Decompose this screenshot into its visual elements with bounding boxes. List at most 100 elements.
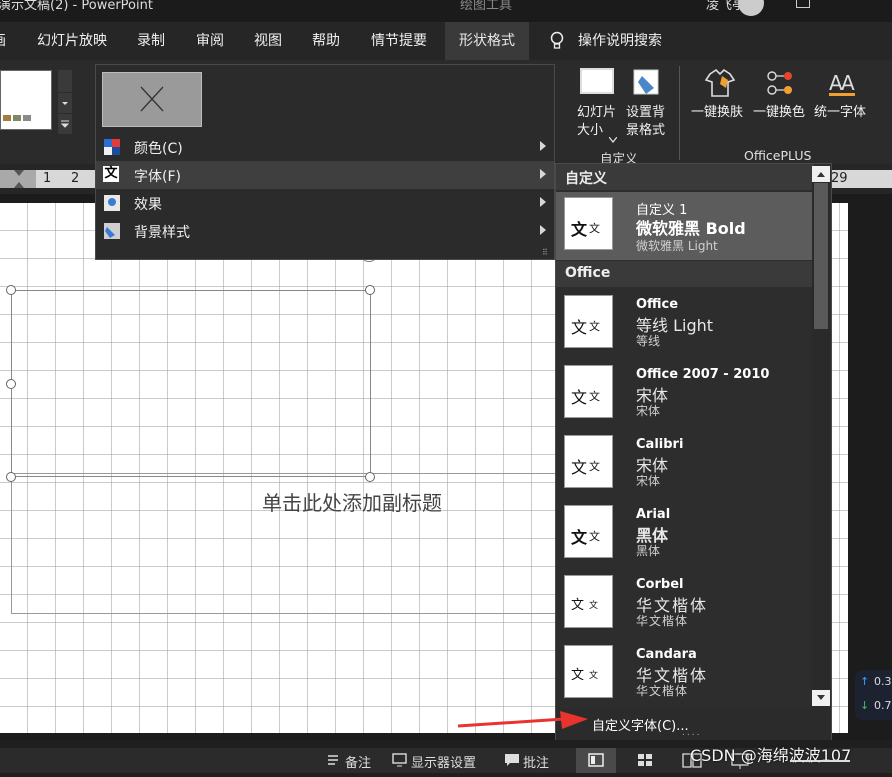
font-option-body: 华文楷体 (636, 614, 689, 628)
scrollbar-thumb[interactable] (814, 183, 828, 329)
title-placeholder[interactable] (11, 290, 371, 477)
zoom-slider[interactable] (790, 760, 850, 762)
tools-title: 绘图工具 (460, 0, 513, 13)
submenu-arrow-icon (540, 197, 546, 207)
menu-item-colors[interactable]: 颜色(C) (96, 133, 554, 161)
download-speed: 0.7 (874, 699, 892, 712)
gallery-more-button[interactable] (58, 114, 72, 134)
lightbulb-icon (550, 31, 564, 55)
network-speed-badge: ↑ 0.3 ↓ 0.7 (855, 670, 892, 720)
tab-help[interactable]: 帮助 (312, 22, 340, 60)
tab-review[interactable]: 审阅 (196, 22, 224, 60)
font-option-name: Arial (636, 507, 671, 522)
font-option-name: Corbel (636, 577, 684, 592)
gallery-scroll-down-button[interactable] (58, 93, 72, 113)
menu-item-fonts[interactable]: 文 字体(F) (96, 161, 554, 189)
slide-size-icon[interactable] (580, 68, 614, 94)
tab-record[interactable]: 录制 (137, 22, 165, 60)
menu-item-effects[interactable]: 效果 (96, 189, 554, 217)
effects-icon (104, 195, 120, 215)
tab-draw[interactable]: 画 (0, 22, 6, 60)
slide-sorter-view-button[interactable] (632, 748, 660, 773)
font-preview-thumbnail: 文文 (564, 197, 613, 250)
font-preview-thumbnail: 文文 (564, 435, 613, 488)
submenu-arrow-icon (540, 141, 546, 151)
font-option-corbel[interactable]: 文文 Corbel 华文楷体 华文楷体 (556, 570, 812, 638)
document-title: 演示文稿(2) - PowerPoint (0, 0, 153, 13)
submenu-arrow-icon (540, 225, 546, 235)
menu-item-background-styles[interactable]: 背景样式 (96, 217, 554, 245)
resize-handle[interactable] (6, 472, 16, 482)
submenu-arrow-icon (540, 169, 546, 179)
font-option-custom-1[interactable]: 文文 自定义 1 微软雅黑 Bold 微软雅黑 Light (556, 192, 812, 260)
font-option-name: Office (636, 297, 679, 312)
slide-size-label[interactable]: 幻灯片 (577, 104, 616, 121)
format-background-icon[interactable] (632, 68, 664, 98)
ruler-tick: 29 (831, 171, 848, 186)
comments-button[interactable]: 批注 (523, 752, 549, 771)
font-option-office-2007[interactable]: 文文 Office 2007 - 2010 宋体 宋体 (556, 360, 812, 428)
font-option-name: Calibri (636, 437, 684, 452)
oneclick-skin-button[interactable]: 一键换肤 (691, 104, 743, 121)
svg-text:A: A (841, 71, 855, 95)
scroll-down-arrow-icon[interactable] (812, 690, 830, 706)
variants-dropdown-menu: 颜色(C) 文 字体(F) 效果 背景样式 ⠿ (95, 64, 555, 260)
display-settings-button[interactable]: 显示器设置 (411, 752, 476, 771)
tshirt-icon[interactable] (704, 68, 736, 102)
format-background-label[interactable]: 设置背 (626, 104, 665, 121)
resize-handle[interactable] (365, 472, 375, 482)
tab-view[interactable]: 视图 (254, 22, 282, 60)
font-option-calibri[interactable]: 文文 Calibri 宋体 宋体 (556, 430, 812, 498)
gallery-scrollbar[interactable] (812, 166, 830, 708)
font-option-candara[interactable]: 文文 Candara 华文楷体 华文楷体 (556, 640, 812, 708)
normal-view-button[interactable] (576, 748, 616, 773)
tab-slideshow[interactable]: 幻灯片放映 (37, 22, 107, 60)
unify-font-icon[interactable]: AA (827, 68, 859, 102)
unify-font-button[interactable]: 统一字体 (814, 104, 866, 121)
theme-gallery-thumbnail[interactable] (0, 70, 52, 130)
font-option-body: 宋体 (636, 404, 661, 418)
avatar[interactable] (738, 0, 764, 16)
font-option-body: 微软雅黑 Light (636, 239, 718, 253)
font-preview-thumbnail: 文文 (564, 645, 613, 698)
ribbon-display-icon[interactable] (796, 0, 810, 8)
font-option-arial[interactable]: 文文 Arial 黑体 黑体 (556, 500, 812, 568)
resize-handle[interactable] (365, 285, 375, 295)
font-option-office[interactable]: 文文 Office 等线 Light 等线 (556, 290, 812, 358)
comments-icon (504, 753, 520, 771)
upload-speed: 0.3 (874, 675, 892, 688)
notes-button[interactable]: 备注 (345, 752, 371, 771)
color-swap-icon[interactable] (764, 68, 798, 102)
section-header-office: Office (556, 261, 814, 287)
notes-icon (326, 753, 340, 771)
resize-grip-icon[interactable]: ⠿ (542, 248, 548, 257)
theme-fonts-gallery: 自定义 文文 自定义 1 微软雅黑 Bold 微软雅黑 Light Office… (555, 163, 832, 740)
tell-me-search[interactable]: 操作说明搜索 (578, 22, 662, 60)
gallery-scroll-up-button[interactable] (58, 70, 72, 92)
font-option-body: 黑体 (636, 544, 661, 558)
oneclick-color-button[interactable]: 一键换色 (753, 104, 805, 121)
resize-handle[interactable] (6, 379, 16, 389)
group-divider (679, 66, 680, 160)
font-option-name: Candara (636, 647, 697, 662)
customize-fonts-menu-item[interactable]: 自定义字体(C)... .... (556, 708, 831, 740)
font-option-body: 等线 (636, 334, 661, 348)
font-preview-thumbnail: 文文 (564, 575, 613, 628)
font-option-body: 华文楷体 (636, 684, 689, 698)
tab-storyboard[interactable]: 情节提要 (371, 22, 427, 60)
chevron-down-icon (608, 128, 618, 147)
colors-icon (104, 139, 120, 159)
resize-grip-icon[interactable]: .... (682, 728, 701, 738)
indent-marker-icon[interactable] (14, 170, 24, 192)
slide-size-label-2[interactable]: 大小 (577, 122, 603, 139)
subtitle-placeholder-text[interactable]: 单击此处添加副标题 (262, 487, 442, 516)
ruler-tick: 1 (43, 171, 52, 186)
format-background-label-2[interactable]: 景格式 (626, 122, 665, 139)
tab-shape-format[interactable]: 形状格式 (445, 22, 529, 60)
variant-thumbnail[interactable] (102, 72, 202, 127)
resize-handle[interactable] (6, 285, 16, 295)
font-wen-icon: 文 (103, 166, 119, 182)
watermark-text: CSDN @海绵波波107 (690, 746, 852, 765)
font-preview-thumbnail: 文文 (564, 505, 613, 558)
scroll-up-arrow-icon[interactable] (812, 166, 830, 182)
